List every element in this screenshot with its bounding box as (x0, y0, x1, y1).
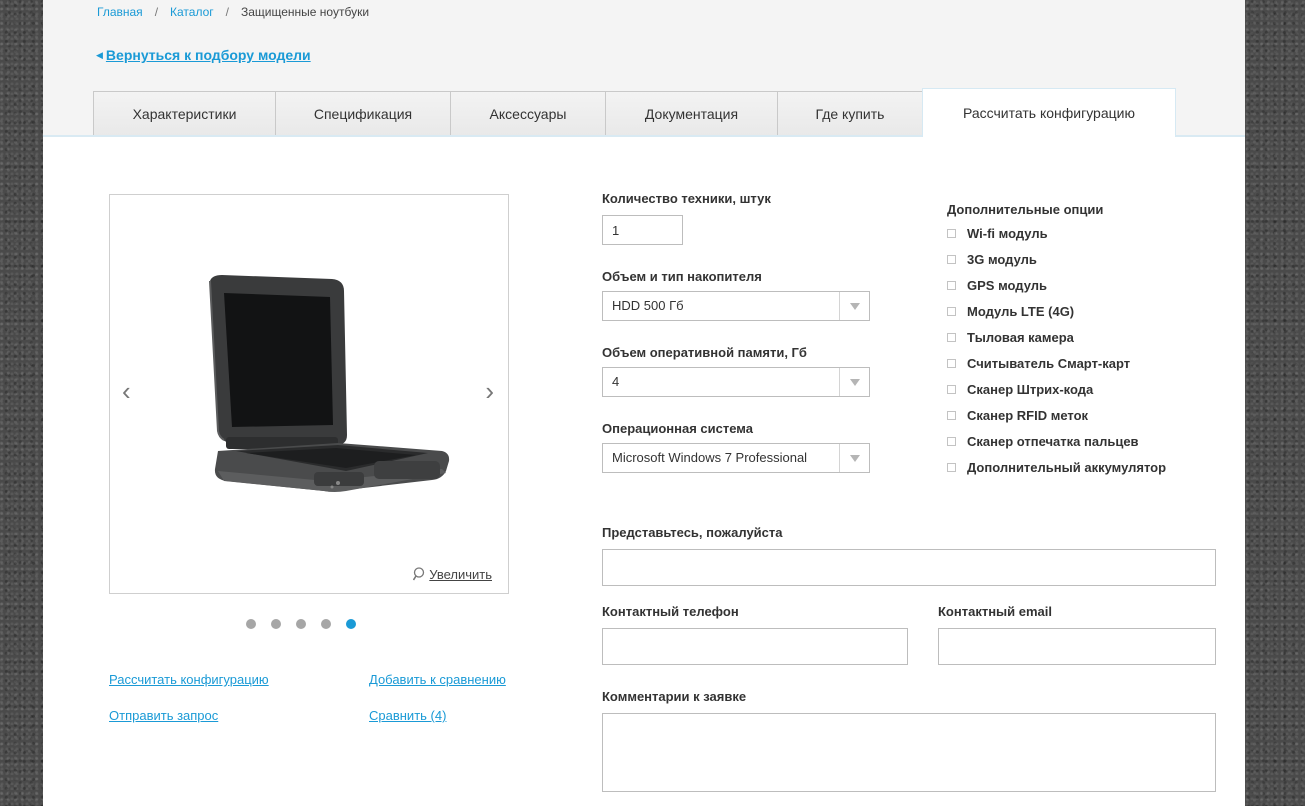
header-area: Главная / Каталог / Защищенные ноутбуки ◀ Вер… (43, 0, 1245, 137)
breadcrumb-current: Защищенные ноутбуки (241, 5, 370, 19)
checkbox[interactable] (947, 462, 956, 472)
ram-label: Объем оперативной памяти, Гб (602, 345, 807, 360)
comments-label: Комментарии к заявке (602, 689, 747, 704)
option-label: Модуль LTE (4G) (967, 303, 1075, 319)
tab-calculate-configuration[interactable]: Рассчитать конфигурацию (922, 88, 1176, 137)
breadcrumb-separator: / (154, 5, 159, 19)
option-label: 3G модуль (967, 251, 1037, 267)
next-arrow-icon[interactable]: › (485, 378, 494, 404)
slide-dot[interactable] (321, 619, 331, 629)
tab-characteristics[interactable]: Характеристики (93, 91, 275, 135)
phone-field[interactable] (602, 628, 908, 665)
magnifier-icon (413, 567, 426, 584)
slide-dot[interactable] (296, 619, 306, 629)
checkbox[interactable] (947, 332, 956, 342)
chevron-down-icon[interactable] (839, 292, 869, 320)
slide-dot[interactable] (271, 619, 281, 629)
option-label: Тыловая камера (967, 329, 1074, 345)
breadcrumb-catalog[interactable]: Каталог (170, 5, 214, 19)
left-triangle-icon: ◀ (96, 50, 103, 60)
checkbox[interactable] (947, 384, 956, 394)
checkbox[interactable] (947, 306, 956, 316)
os-label: Операционная система (602, 421, 753, 436)
chevron-down-icon[interactable] (839, 368, 869, 396)
email-label: Контактный email (938, 604, 1052, 619)
compare-link[interactable]: Сравнить (4) (369, 708, 446, 723)
option-rear-camera[interactable]: Тыловая камера (947, 329, 1074, 345)
storage-label: Объем и тип накопителя (602, 269, 762, 284)
phone-label: Контактный телефон (602, 604, 739, 619)
slide-indicators (246, 619, 356, 629)
option-3g[interactable]: 3G модуль (947, 251, 1037, 267)
checkbox[interactable] (947, 254, 956, 264)
quantity-input[interactable]: 1 (602, 215, 683, 245)
option-label: Дополнительный аккумулятор (967, 459, 1167, 475)
product-gallery: ‹ › Увеличить (109, 194, 509, 594)
slide-dot[interactable] (246, 619, 256, 629)
os-select[interactable]: Microsoft Windows 7 Professional (602, 443, 870, 473)
option-label: GPS модуль (967, 277, 1047, 293)
option-rfid[interactable]: Сканер RFID меток (947, 407, 1088, 423)
slide-dot-active[interactable] (346, 619, 356, 629)
back-to-selection-link[interactable]: Вернуться к подбору модели (106, 47, 311, 63)
checkbox[interactable] (947, 436, 956, 446)
laptop-image (209, 275, 450, 492)
send-request-link[interactable]: Отправить запрос (109, 708, 218, 723)
checkbox[interactable] (947, 358, 956, 368)
quantity-label: Количество техники, штук (602, 191, 771, 206)
storage-select[interactable]: HDD 500 Гб (602, 291, 870, 321)
add-to-compare-link[interactable]: Добавить к сравнению (369, 672, 506, 687)
calc-config-link[interactable]: Рассчитать конфигурацию (109, 672, 269, 687)
chevron-down-icon[interactable] (839, 444, 869, 472)
zoom-label[interactable]: Увеличить (429, 567, 492, 582)
option-label: Wi-fi модуль (967, 225, 1048, 241)
zoom-control[interactable]: Увеличить (413, 567, 492, 584)
tab-accessories[interactable]: Аксессуары (450, 91, 605, 135)
comments-textarea[interactable] (602, 713, 1216, 792)
back-link-wrap: ◀ Вернуться к подбору модели (96, 47, 311, 63)
option-label: Сканер Штрих-кода (967, 381, 1094, 397)
options-title: Дополнительные опции (947, 202, 1104, 217)
option-smartcard[interactable]: Считыватель Смарт-карт (947, 355, 1130, 371)
breadcrumb: Главная / Каталог / Защищенные ноутбуки (97, 5, 369, 19)
checkbox[interactable] (947, 228, 956, 238)
option-wifi[interactable]: Wi-fi модуль (947, 225, 1048, 241)
option-fingerprint[interactable]: Сканер отпечатка пальцев (947, 433, 1139, 449)
checkbox[interactable] (947, 280, 956, 290)
name-label: Представьтесь, пожалуйста (602, 525, 783, 540)
option-extra-battery[interactable]: Дополнительный аккумулятор (947, 459, 1166, 475)
page: Главная / Каталог / Защищенные ноутбуки ◀ Вер… (43, 0, 1245, 806)
breadcrumb-separator: / (225, 5, 229, 19)
tab-where-to-buy[interactable]: Где купить (777, 91, 922, 135)
tab-specification[interactable]: Спецификация (275, 91, 450, 135)
tab-documentation[interactable]: Документация (605, 91, 777, 135)
checkbox[interactable] (947, 410, 956, 420)
prev-arrow-icon[interactable]: ‹ (122, 378, 131, 404)
option-barcode[interactable]: Сканер Штрих-кода (947, 381, 1093, 397)
os-select-value: Microsoft Windows 7 Professional (612, 450, 808, 465)
breadcrumb-home[interactable]: Главная (97, 5, 143, 19)
option-gps[interactable]: GPS модуль (947, 277, 1047, 293)
ram-select-value: 4 (612, 374, 620, 389)
tab-bar: Характеристики Спецификация Аксессуары Д… (93, 88, 1176, 137)
name-field[interactable] (602, 549, 1216, 586)
ram-select[interactable]: 4 (602, 367, 870, 397)
option-label: Сканер отпечатка пальцев (967, 433, 1139, 449)
storage-select-value: HDD 500 Гб (612, 298, 684, 313)
option-label: Считыватель Смарт-карт (967, 355, 1131, 371)
email-field[interactable] (938, 628, 1216, 665)
option-lte[interactable]: Модуль LTE (4G) (947, 303, 1074, 319)
option-label: Сканер RFID меток (967, 407, 1089, 423)
